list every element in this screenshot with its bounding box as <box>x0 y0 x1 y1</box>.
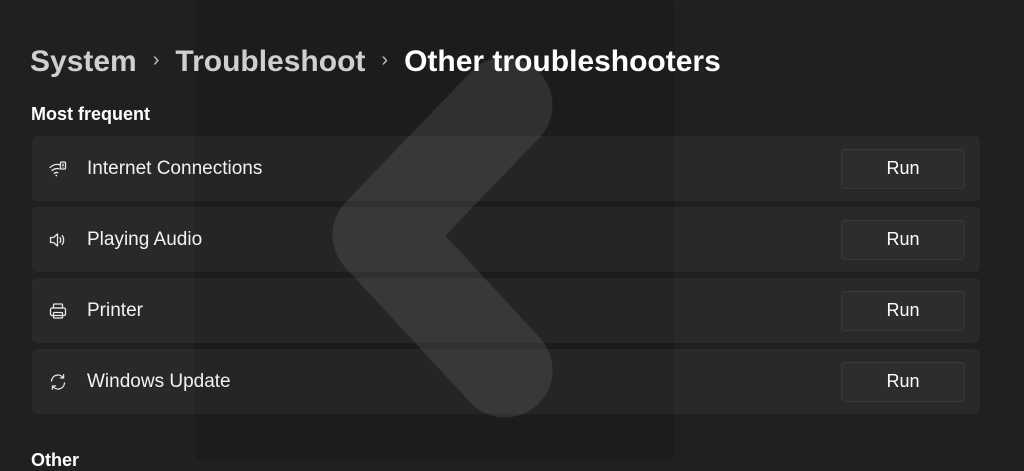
troubleshooter-label: Playing Audio <box>87 228 203 250</box>
troubleshooter-label: Printer <box>87 299 143 321</box>
breadcrumb: System › Troubleshoot › Other troublesho… <box>30 40 721 84</box>
section-title-most-frequent: Most frequent <box>31 104 150 124</box>
printer-icon <box>48 301 68 321</box>
troubleshooter-row-playing-audio: Playing Audio Run <box>32 207 980 272</box>
page-title: Other troubleshooters <box>404 45 721 78</box>
section-title-other: Other <box>31 450 80 470</box>
troubleshooter-label: Windows Update <box>87 370 231 392</box>
speaker-icon <box>48 230 68 250</box>
run-playing-audio-button[interactable]: Run <box>841 219 965 260</box>
troubleshooter-row-internet-connections: Internet Connections Run <box>32 136 980 201</box>
settings-page: System › Troubleshoot › Other troublesho… <box>0 0 1024 470</box>
breadcrumb-separator-icon: › <box>381 48 389 71</box>
troubleshooter-list: Internet Connections Run Playing Audio R… <box>32 136 980 420</box>
wifi-signal-icon <box>48 159 68 179</box>
troubleshooter-row-printer: Printer Run <box>32 278 980 343</box>
breadcrumb-system[interactable]: System <box>30 45 137 79</box>
run-printer-button[interactable]: Run <box>841 290 965 331</box>
breadcrumb-separator-icon: › <box>152 48 160 71</box>
run-windows-update-button[interactable]: Run <box>841 361 965 402</box>
troubleshooter-label: Internet Connections <box>87 157 263 179</box>
run-internet-connections-button[interactable]: Run <box>841 148 965 189</box>
troubleshooter-row-windows-update: Windows Update Run <box>32 349 980 414</box>
breadcrumb-troubleshoot[interactable]: Troubleshoot <box>175 45 365 79</box>
sync-icon <box>48 372 68 392</box>
